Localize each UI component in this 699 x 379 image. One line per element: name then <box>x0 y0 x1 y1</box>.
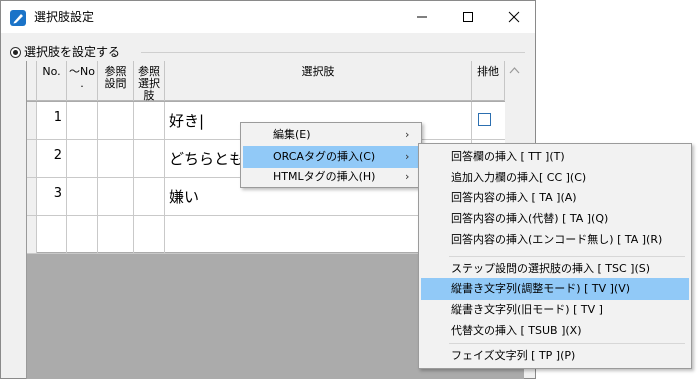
cell-no[interactable]: 3 <box>37 178 67 215</box>
scroll-up-icon[interactable] <box>505 61 524 81</box>
submenu-item[interactable]: ステップ設問の選択肢の挿入 [ TSC ](S) <box>421 258 689 280</box>
menu-item-label: 編集(E) <box>273 128 311 141</box>
group-label: 選択肢を設定する <box>24 45 121 59</box>
title-bar: 選択肢設定 <box>1 1 535 33</box>
header-choice[interactable]: 選択肢 <box>165 61 472 101</box>
menu-item-label: HTMLタグの挿入(H) <box>273 170 376 183</box>
header-ref-question[interactable]: 参照 設問 <box>98 61 134 101</box>
submenu-item[interactable]: 代替文の挿入 [ TSUB ](X) <box>421 320 689 342</box>
set-choices-radio[interactable] <box>10 47 21 58</box>
cell-ref-question[interactable] <box>98 216 134 253</box>
row-header[interactable] <box>27 178 37 215</box>
minimize-button[interactable] <box>399 1 445 33</box>
context-menu: 編集(E) › ORCAタグの挿入(C) › HTMLタグの挿入(H) › <box>240 122 422 188</box>
row-header[interactable] <box>27 216 37 253</box>
maximize-icon <box>463 12 473 22</box>
submenu-item[interactable]: 回答内容の挿入 [ TA ](A) <box>421 187 689 209</box>
submenu-item-highlighted[interactable]: 縦書き文字列(調整モード) [ TV ](V) <box>421 278 689 300</box>
close-icon <box>508 11 520 23</box>
header-to-no[interactable]: 〜No . <box>67 61 98 101</box>
chevron-right-icon: › <box>405 170 410 183</box>
cell-ref-question[interactable] <box>98 178 134 215</box>
row-header-corner <box>27 61 37 101</box>
choice-text: 好き| <box>169 112 205 130</box>
app-icon <box>10 10 26 26</box>
row-header[interactable] <box>27 102 37 139</box>
cell-no[interactable] <box>37 216 67 253</box>
cell-to-no[interactable] <box>67 178 98 215</box>
cell-ref-choice[interactable] <box>134 216 165 253</box>
minimize-icon <box>417 16 427 18</box>
menu-separator <box>449 256 685 257</box>
cell-no[interactable]: 2 <box>37 140 67 177</box>
grid-header: No. 〜No . 参照 設問 参照 選択 肢 選択肢 排他 <box>27 61 524 101</box>
cell-to-no[interactable] <box>67 216 98 253</box>
submenu-item[interactable]: 縦書き文字列(旧モード) [ TV ] <box>421 299 689 321</box>
cell-to-no[interactable] <box>67 140 98 177</box>
row-header[interactable] <box>27 140 37 177</box>
exclusive-checkbox[interactable] <box>478 113 491 126</box>
header-exclusive[interactable]: 排他 <box>472 61 505 101</box>
submenu-item[interactable]: 回答欄の挿入 [ TT ](T) <box>421 146 689 168</box>
menu-item-insert-orca-tag[interactable]: ORCAタグの挿入(C) › <box>243 146 419 168</box>
cell-ref-question[interactable] <box>98 102 134 139</box>
submenu-item[interactable]: 回答内容の挿入(エンコード無し) [ TA ](R) <box>421 229 689 251</box>
menu-item-label: ORCAタグの挿入(C) <box>273 150 376 163</box>
window-title: 選択肢設定 <box>34 10 95 24</box>
cell-ref-question[interactable] <box>98 140 134 177</box>
cell-to-no[interactable] <box>67 102 98 139</box>
menu-item-insert-html-tag[interactable]: HTMLタグの挿入(H) › <box>243 166 419 188</box>
header-no[interactable]: No. <box>37 61 67 101</box>
chevron-right-icon: › <box>405 150 410 163</box>
submenu-item[interactable]: 回答内容の挿入(代替) [ TA ](Q) <box>421 208 689 230</box>
group-divider <box>141 52 525 53</box>
close-button[interactable] <box>491 1 537 33</box>
orca-tag-submenu: 回答欄の挿入 [ TT ](T) 追加入力欄の挿入[ CC ](C) 回答内容の… <box>418 143 692 369</box>
menu-item-edit[interactable]: 編集(E) › <box>243 124 419 146</box>
menu-separator <box>449 343 685 344</box>
cell-ref-choice[interactable] <box>134 140 165 177</box>
header-ref-choice[interactable]: 参照 選択 肢 <box>134 61 165 101</box>
maximize-button[interactable] <box>445 1 491 33</box>
submenu-item[interactable]: 追加入力欄の挿入[ CC ](C) <box>421 167 689 189</box>
chevron-right-icon: › <box>405 128 410 141</box>
cell-ref-choice[interactable] <box>134 178 165 215</box>
submenu-item[interactable]: フェイズ文字列 [ TP ](P) <box>421 345 689 367</box>
cell-no[interactable]: 1 <box>37 102 67 139</box>
cell-ref-choice[interactable] <box>134 102 165 139</box>
